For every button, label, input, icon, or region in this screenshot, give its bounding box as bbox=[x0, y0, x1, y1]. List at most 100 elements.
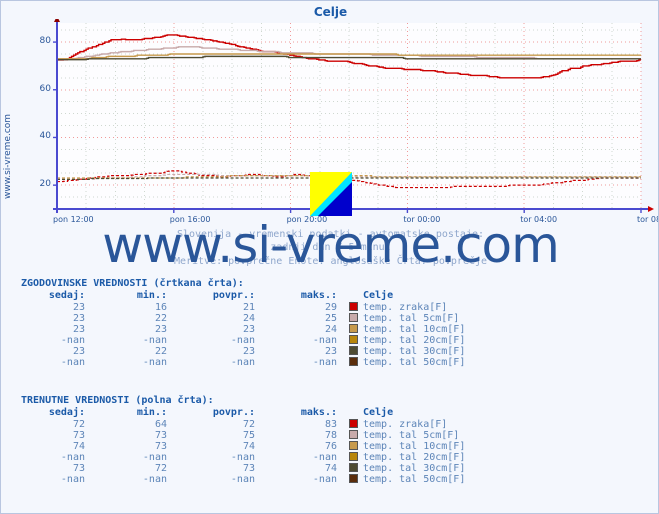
current-values-caption: TRENUTNE VREDNOSTI (polna črta): bbox=[21, 395, 214, 406]
table-row: 74 73 74 76 temp. tal 10cm[F] bbox=[15, 441, 469, 452]
cell-sedaj: -nan bbox=[60, 474, 85, 485]
column-header-povpr: povpr.: bbox=[212, 290, 255, 301]
x-axis-tick-label: tor 00:00 bbox=[403, 215, 441, 224]
cell-maks: -nan bbox=[312, 335, 337, 346]
x-axis-tick-label: pon 20:00 bbox=[286, 215, 328, 224]
table-row: 23 22 24 25 temp. tal 5cm[F] bbox=[15, 313, 469, 324]
cell-povpr: 74 bbox=[242, 441, 255, 452]
series-legend-label: temp. tal 50cm[F] bbox=[341, 357, 469, 368]
cell-povpr: -nan bbox=[230, 474, 255, 485]
table-row: 72 64 72 83 temp. zraka[F] bbox=[15, 419, 469, 430]
cell-sedaj: 74 bbox=[72, 441, 85, 452]
caption-line-2: zadnji dan / 5 minut bbox=[270, 242, 391, 253]
current-values-table: sedaj: min.: povpr.: maks.: Celje 72 64 72 83 tem… bbox=[15, 406, 469, 485]
legend-color-swatch-icon bbox=[349, 324, 358, 333]
column-header-station: Celje bbox=[363, 290, 394, 301]
table-row: 23 23 23 24 temp. tal 10cm[F] bbox=[15, 324, 469, 335]
column-header-maks: maks.: bbox=[300, 407, 337, 418]
cell-min: -nan bbox=[142, 357, 167, 368]
x-axis-tick-label: pon 16:00 bbox=[169, 215, 211, 224]
cell-sedaj: 73 bbox=[72, 463, 85, 474]
legend-color-swatch-icon bbox=[349, 302, 358, 311]
cell-povpr: -nan bbox=[230, 357, 255, 368]
series-legend-label: temp. tal 20cm[F] bbox=[341, 452, 469, 463]
y-axis-tick-label: 40 bbox=[39, 131, 51, 142]
cell-povpr: 21 bbox=[242, 302, 255, 313]
historical-values-block: ZGODOVINSKE VREDNOSTI (črtkana črta): se… bbox=[1, 278, 658, 368]
legend-color-swatch-icon bbox=[349, 474, 358, 483]
column-header-station: Celje bbox=[363, 407, 394, 418]
cell-min: 23 bbox=[154, 324, 167, 335]
series-legend-label: temp. tal 10cm[F] bbox=[341, 324, 469, 335]
column-header-povpr: povpr.: bbox=[212, 407, 255, 418]
cell-min: -nan bbox=[142, 335, 167, 346]
legend-color-swatch-icon bbox=[349, 441, 358, 450]
cell-min: 22 bbox=[154, 313, 167, 324]
series-legend-label: temp. tal 30cm[F] bbox=[341, 463, 469, 474]
cell-sedaj: 23 bbox=[72, 302, 85, 313]
y-axis-tick-label: 80 bbox=[39, 36, 51, 47]
cell-maks: -nan bbox=[312, 452, 337, 463]
column-header-min: min.: bbox=[136, 407, 167, 418]
series-legend-label: temp. zraka[F] bbox=[341, 419, 469, 430]
table-row: 73 72 73 74 temp. tal 30cm[F] bbox=[15, 463, 469, 474]
legend-color-swatch-icon bbox=[349, 313, 358, 322]
cell-sedaj: 23 bbox=[72, 313, 85, 324]
table-row: -nan -nan -nan -nan temp. tal 20cm[F] bbox=[15, 452, 469, 463]
cell-sedaj: 72 bbox=[72, 419, 85, 430]
y-axis-tick-label: 20 bbox=[39, 179, 51, 190]
cell-min: 16 bbox=[154, 302, 167, 313]
column-header-sedaj: sedaj: bbox=[48, 290, 85, 301]
legend-color-swatch-icon bbox=[349, 357, 358, 366]
cell-min: 64 bbox=[154, 419, 167, 430]
cell-maks: 29 bbox=[324, 302, 337, 313]
cell-min: 22 bbox=[154, 346, 167, 357]
cell-min: 73 bbox=[154, 441, 167, 452]
caption-line-1: Slovenija - vremenski podatki - avtomats… bbox=[176, 229, 485, 240]
legend-color-swatch-icon bbox=[349, 452, 358, 461]
cell-sedaj: -nan bbox=[60, 335, 85, 346]
series-legend-label: temp. tal 20cm[F] bbox=[341, 335, 469, 346]
cell-sedaj: 23 bbox=[72, 346, 85, 357]
series-legend-label: temp. tal 5cm[F] bbox=[341, 313, 469, 324]
x-axis-tick-label: pon 12:00 bbox=[53, 215, 94, 224]
cell-maks: 25 bbox=[324, 313, 337, 324]
cell-maks: 83 bbox=[324, 419, 337, 430]
cell-min: 72 bbox=[154, 463, 167, 474]
caption-line-3: Meritve: povprečne Enote: anglosaške Črt… bbox=[173, 256, 488, 267]
legend-color-swatch-icon bbox=[349, 463, 358, 472]
table-row: 23 16 21 29 temp. zraka[F] bbox=[15, 302, 469, 313]
legend-color-swatch-icon bbox=[349, 419, 358, 428]
cell-sedaj: 73 bbox=[72, 430, 85, 441]
slovenia-flag-logo bbox=[310, 172, 352, 216]
series-legend-label: temp. tal 50cm[F] bbox=[341, 474, 469, 485]
cell-maks: 23 bbox=[324, 346, 337, 357]
weather-chart-page: { "site": { "vertical_label": "www.si-vr… bbox=[0, 0, 659, 514]
series-legend-label: temp. zraka[F] bbox=[341, 302, 469, 313]
x-axis-tick-label: tor 04:00 bbox=[520, 215, 558, 224]
column-header-min: min.: bbox=[136, 290, 167, 301]
column-header-maks: maks.: bbox=[300, 290, 337, 301]
cell-povpr: 73 bbox=[242, 463, 255, 474]
y-axis-tick-label: 60 bbox=[39, 83, 51, 94]
table-row: -nan -nan -nan -nan temp. tal 20cm[F] bbox=[15, 335, 469, 346]
column-header-sedaj: sedaj: bbox=[48, 407, 85, 418]
table-row: 73 73 75 78 temp. tal 5cm[F] bbox=[15, 430, 469, 441]
cell-povpr: 23 bbox=[242, 346, 255, 357]
cell-sedaj: -nan bbox=[60, 452, 85, 463]
legend-color-swatch-icon bbox=[349, 430, 358, 439]
table-header-row: sedaj: min.: povpr.: maks.: Celje bbox=[15, 406, 469, 419]
series-legend-label: temp. tal 5cm[F] bbox=[341, 430, 469, 441]
cell-povpr: -nan bbox=[230, 335, 255, 346]
x-axis-tick-label: tor 08:00 bbox=[637, 215, 658, 224]
cell-povpr: -nan bbox=[230, 452, 255, 463]
cell-maks: 74 bbox=[324, 463, 337, 474]
cell-min: -nan bbox=[142, 474, 167, 485]
table-header-row: sedaj: min.: povpr.: maks.: Celje bbox=[15, 289, 469, 302]
cell-povpr: 72 bbox=[242, 419, 255, 430]
legend-color-swatch-icon bbox=[349, 335, 358, 344]
cell-min: 73 bbox=[154, 430, 167, 441]
cell-maks: -nan bbox=[312, 474, 337, 485]
current-values-block: TRENUTNE VREDNOSTI (polna črta): sedaj: m… bbox=[1, 395, 658, 485]
table-row: 23 22 23 23 temp. tal 30cm[F] bbox=[15, 346, 469, 357]
